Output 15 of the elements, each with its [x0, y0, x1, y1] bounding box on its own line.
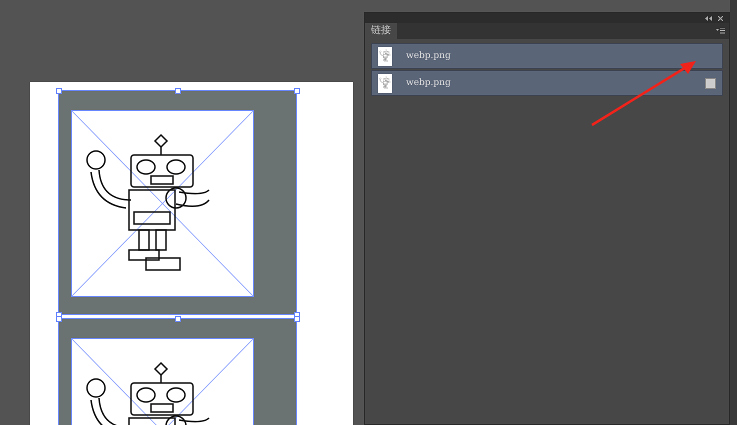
- link-row[interactable]: webp.png: [371, 70, 723, 96]
- selection-handle[interactable]: [175, 88, 181, 94]
- image-frame[interactable]: [58, 90, 297, 315]
- collapse-icon[interactable]: [705, 16, 712, 20]
- menu-icon[interactable]: [716, 28, 725, 34]
- selection-handle[interactable]: [294, 88, 300, 94]
- file-name: webp.png: [406, 78, 452, 88]
- robot-drawing: [379, 76, 391, 90]
- robot-drawing: [379, 49, 391, 63]
- file-name: webp.png: [406, 51, 452, 61]
- selection-handle[interactable]: [56, 88, 62, 94]
- selection-handle[interactable]: [175, 316, 181, 322]
- link-row[interactable]: webp.png: [371, 43, 723, 69]
- close-icon[interactable]: [718, 16, 723, 20]
- panel-tab[interactable]: 链接: [365, 23, 397, 39]
